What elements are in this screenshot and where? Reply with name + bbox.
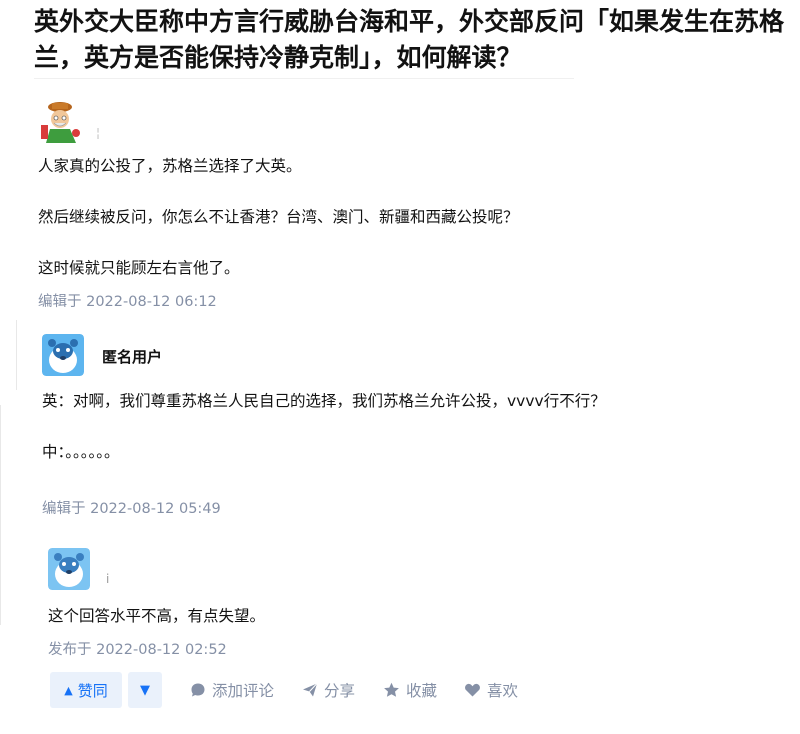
publish-timestamp[interactable]: 发布于 2022-08-12 02:52 <box>48 638 227 659</box>
user-avatar[interactable] <box>38 99 84 143</box>
anonymous-avatar-icon <box>42 334 84 376</box>
author-name[interactable]: 匿名用户 <box>102 346 162 367</box>
anonymous-avatar-icon <box>48 548 90 590</box>
comment-bubble-icon <box>191 683 205 697</box>
favorite-button[interactable]: 收藏 <box>383 672 437 708</box>
answer-paragraph: 然后继续被反问，你怎么不让香港？台湾、澳门、新疆和西藏公投呢？ <box>38 208 519 226</box>
edit-timestamp[interactable]: 编辑于 2022-08-12 05:49 <box>42 497 221 518</box>
upvote-label: 赞同 <box>77 681 108 700</box>
comment-button[interactable]: 添加评论 <box>190 672 274 708</box>
comment-label: 添加评论 <box>212 682 275 700</box>
like-button[interactable]: 喜欢 <box>464 672 518 708</box>
action-bar: ▲ 赞同 ▼ 添加评论 分享 收藏 喜欢 <box>50 672 610 710</box>
downvote-button[interactable]: ▼ <box>128 672 162 708</box>
upvote-button[interactable]: ▲ 赞同 <box>50 672 122 708</box>
share-plane-icon <box>303 683 318 697</box>
answer-paragraph: 英：对啊，我们尊重苏格兰人民自己的选择，我们苏格兰允许公投，vvvv行不行？ <box>42 392 606 410</box>
panel-edge <box>16 320 17 390</box>
answer-paragraph: 人家真的公投了，苏格兰选择了大英。 <box>38 157 302 175</box>
author-name-faint: ¦ <box>96 126 101 140</box>
answer-paragraph: 这个回答水平不高，有点失望。 <box>48 607 266 625</box>
panel-edge <box>0 405 1 625</box>
edit-timestamp[interactable]: 编辑于 2022-08-12 06:12 <box>38 290 217 311</box>
triangle-down-icon: ▼ <box>140 682 150 698</box>
anonymous-avatar[interactable] <box>42 334 84 376</box>
author-name-faint: i <box>106 572 110 586</box>
share-button[interactable]: 分享 <box>302 672 355 708</box>
answer-paragraph: 这时候就只能顾左右言他了。 <box>38 259 240 277</box>
anonymous-avatar[interactable] <box>48 548 90 590</box>
heart-icon <box>465 683 480 697</box>
cartoon-avatar-icon <box>38 99 84 143</box>
answer-paragraph: 中：。。。。。。 <box>42 443 120 461</box>
share-label: 分享 <box>324 682 356 700</box>
star-icon <box>384 682 399 697</box>
question-title[interactable]: 英外交大臣称中方言行威胁台海和平，外交部反问「如果发生在苏格兰，英方是否能保持冷… <box>34 4 784 76</box>
like-label: 喜欢 <box>487 682 519 700</box>
triangle-up-icon: ▲ <box>64 683 73 697</box>
title-divider <box>34 78 574 79</box>
favorite-label: 收藏 <box>406 682 438 700</box>
